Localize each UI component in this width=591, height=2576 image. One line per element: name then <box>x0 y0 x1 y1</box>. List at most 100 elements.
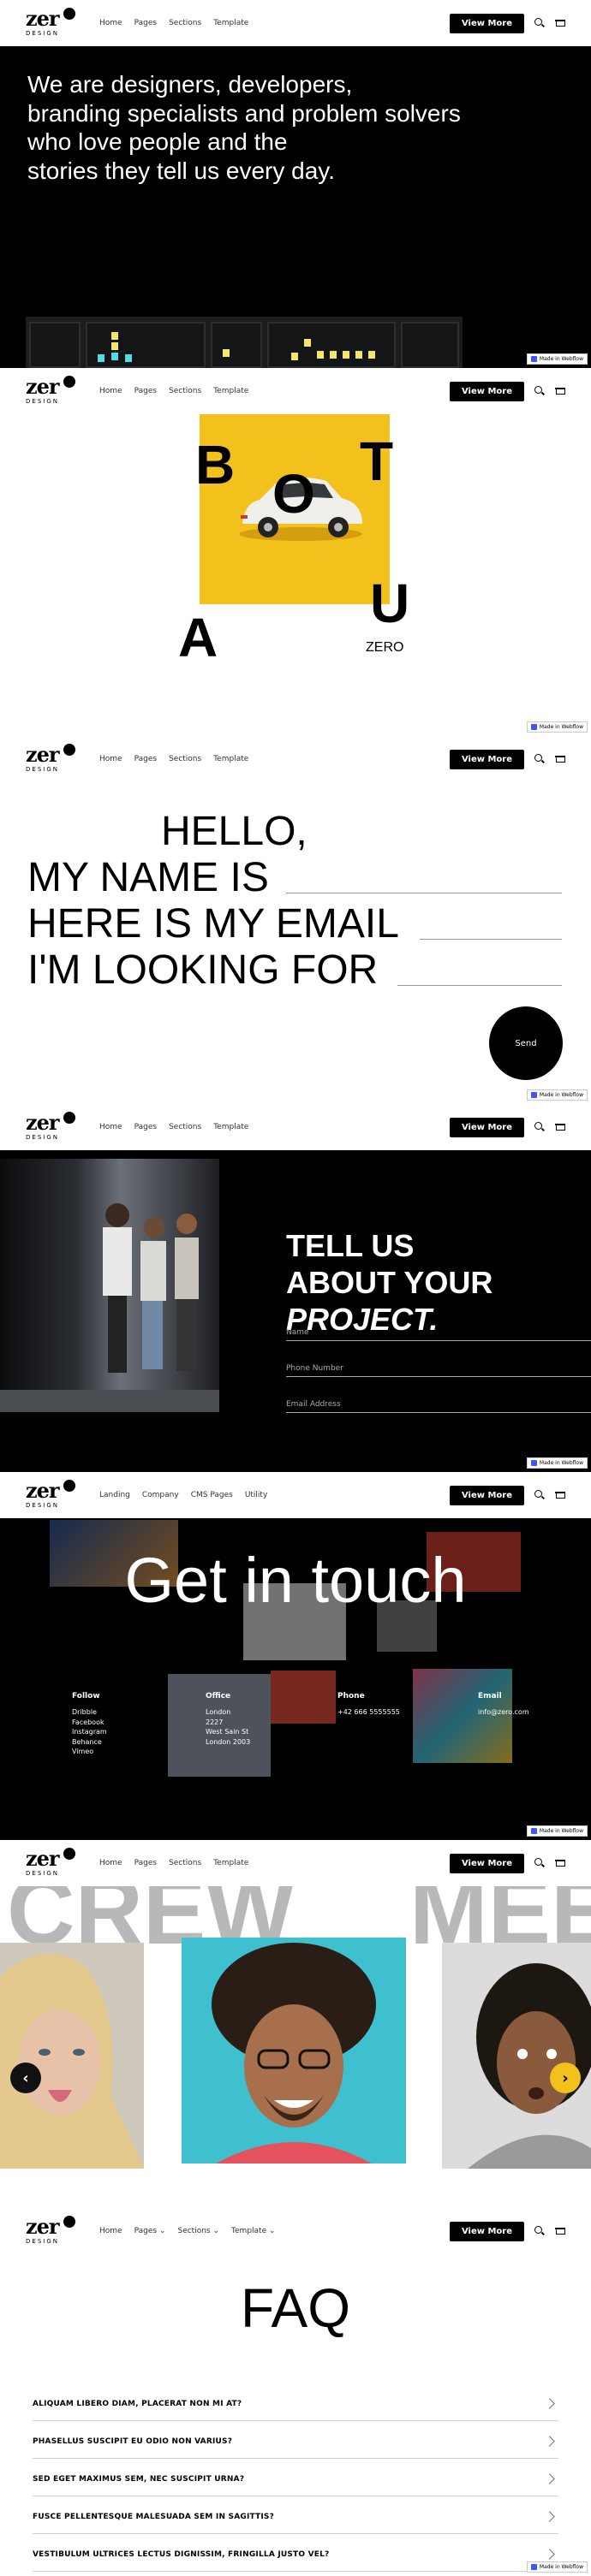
nav-link-home[interactable]: Home <box>99 19 122 27</box>
instagram-link[interactable]: Instagram <box>72 1727 107 1737</box>
vimeo-link[interactable]: Vimeo <box>72 1747 107 1757</box>
search-icon[interactable] <box>534 754 545 764</box>
logo[interactable]: zer DESIGN <box>26 376 79 406</box>
faq-item[interactable]: PHASELLUS SUSCIPIT EU ODIO NON VARIUS? <box>33 2436 558 2459</box>
hero-headline: We are designers, developers, branding s… <box>27 71 461 184</box>
top-nav: zer DESIGN Home Pages ⌄ Sections ⌄ Templa… <box>0 2208 591 2254</box>
bg-tile <box>271 1671 336 1724</box>
faq-item[interactable]: SED EGET MAXIMUS SEM, NEC SUSCIPIT URNA? <box>33 2473 558 2496</box>
nav-link-cms-pages[interactable]: CMS Pages <box>191 1491 233 1499</box>
carousel-prev-button[interactable]: ‹ <box>10 2063 41 2093</box>
search-icon[interactable] <box>534 1122 545 1132</box>
nav-link-company[interactable]: Company <box>142 1491 179 1499</box>
carousel-next-button[interactable]: › <box>550 2063 581 2093</box>
nav-link-utility[interactable]: Utility <box>245 1491 267 1499</box>
top-nav: zer DESIGN Home Pages Sections Template V… <box>0 0 591 46</box>
follow-column: Follow Dribble Facebook Instagram Behanc… <box>72 1692 107 1757</box>
nav-link-home[interactable]: Home <box>99 1123 122 1131</box>
search-icon[interactable] <box>534 386 545 396</box>
cart-icon[interactable] <box>555 1858 565 1868</box>
logo[interactable]: zer DESIGN <box>26 744 79 774</box>
logo[interactable]: zer DESIGN <box>26 1848 79 1878</box>
logo[interactable]: zer DESIGN <box>26 1112 79 1142</box>
nav-link-home[interactable]: Home <box>99 755 122 763</box>
nav-link-sections[interactable]: Sections <box>169 755 201 763</box>
webflow-badge[interactable]: Made in Webflow <box>526 721 588 733</box>
nav-link-pages[interactable]: Pages <box>134 387 157 395</box>
faq-item[interactable]: FUSCE PELLENTESQUE MALESUADA SEM IN SAGI… <box>33 2511 558 2534</box>
view-more-button[interactable]: View More <box>449 1853 524 1873</box>
hello-form-section: zer DESIGN Home Pages Sections Template V… <box>0 736 591 1104</box>
facebook-link[interactable]: Facebook <box>72 1718 107 1728</box>
nav-link-sections[interactable]: Sections ⌄ <box>177 2227 219 2235</box>
nav-link-home[interactable]: Home <box>99 1859 122 1867</box>
chevron-icon <box>544 2473 555 2484</box>
cart-icon[interactable] <box>555 386 565 396</box>
dribble-link[interactable]: Dribble <box>72 1707 107 1718</box>
search-icon[interactable] <box>534 18 545 28</box>
hello-heading: HELLO, <box>161 809 307 854</box>
faq-section: zer DESIGN Home Pages ⌄ Sections ⌄ Templa… <box>0 2208 591 2576</box>
email-column: Email info@zero.com <box>478 1692 529 1718</box>
nav-link-pages[interactable]: Pages ⌄ <box>134 2227 166 2235</box>
cart-icon[interactable] <box>555 1122 565 1132</box>
nav-link-home[interactable]: Home <box>99 2227 122 2235</box>
behance-link[interactable]: Behance <box>72 1737 107 1748</box>
nav-link-template[interactable]: Template <box>213 755 248 763</box>
chevron-icon <box>544 2549 555 2560</box>
view-more-button[interactable]: View More <box>449 1485 524 1505</box>
email-label: HERE IS MY EMAIL <box>27 901 399 947</box>
webflow-badge[interactable]: Made in Webflow <box>526 2561 588 2573</box>
search-icon[interactable] <box>534 1490 545 1500</box>
name-field[interactable]: Name <box>286 1328 591 1341</box>
email-field[interactable]: Email Address <box>286 1400 591 1413</box>
nav-link-pages[interactable]: Pages <box>134 1859 157 1867</box>
nav-link-sections[interactable]: Sections <box>169 1123 201 1131</box>
nav-link-template[interactable]: Template <box>213 1859 248 1867</box>
phone-link[interactable]: +42 666 5555555 <box>337 1707 400 1718</box>
nav-link-template[interactable]: Template <box>213 1123 248 1131</box>
email-link[interactable]: info@zero.com <box>478 1707 529 1718</box>
search-icon[interactable] <box>534 2226 545 2236</box>
webflow-badge[interactable]: Made in Webflow <box>526 353 588 365</box>
logo[interactable]: zer DESIGN <box>26 2216 79 2246</box>
cart-icon[interactable] <box>555 754 565 764</box>
zero-label: ZERO <box>366 640 404 655</box>
logo[interactable]: zer DESIGN <box>26 8 79 38</box>
phone-field[interactable]: Phone Number <box>286 1364 591 1377</box>
view-more-button[interactable]: View More <box>449 1117 524 1137</box>
nav-link-pages[interactable]: Pages <box>134 1123 157 1131</box>
view-more-button[interactable]: View More <box>449 2221 524 2241</box>
nav-link-sections[interactable]: Sections <box>169 387 201 395</box>
view-more-button[interactable]: View More <box>449 749 524 769</box>
email-input[interactable] <box>420 939 562 940</box>
search-icon[interactable] <box>534 1858 545 1868</box>
cart-icon[interactable] <box>555 2226 565 2236</box>
project-section: zer DESIGN Home Pages Sections Template V… <box>0 1104 591 1472</box>
team-photo <box>0 1159 219 1412</box>
looking-for-input[interactable] <box>397 985 562 986</box>
cart-icon[interactable] <box>555 18 565 28</box>
nav-link-sections[interactable]: Sections <box>169 1859 201 1867</box>
nav-link-home[interactable]: Home <box>99 387 122 395</box>
faq-item[interactable]: VESTIBULUM ULTRICES LECTUS DIGNISSIM, FR… <box>33 2549 558 2572</box>
cart-icon[interactable] <box>555 1490 565 1500</box>
nav-link-pages[interactable]: Pages <box>134 19 157 27</box>
nav-link-landing[interactable]: Landing <box>99 1491 130 1499</box>
contact-section: zer DESIGN Landing Company CMS Pages Util… <box>0 1472 591 1840</box>
nav-link-template[interactable]: Template <box>213 387 248 395</box>
send-button[interactable]: Send <box>489 1006 563 1080</box>
webflow-badge[interactable]: Made in Webflow <box>526 1089 588 1101</box>
webflow-badge[interactable]: Made in Webflow <box>526 1825 588 1837</box>
nav-link-template[interactable]: Template ⌄ <box>231 2227 276 2235</box>
webflow-badge[interactable]: Made in Webflow <box>526 1457 588 1469</box>
nav-link-template[interactable]: Template <box>213 19 248 27</box>
logo[interactable]: zer DESIGN <box>26 1480 79 1510</box>
letter-a: A <box>178 607 218 668</box>
faq-item[interactable]: ALIQUAM LIBERO DIAM, PLACERAT NON MI AT? <box>33 2398 558 2421</box>
nav-link-pages[interactable]: Pages <box>134 755 157 763</box>
nav-link-sections[interactable]: Sections <box>169 19 201 27</box>
view-more-button[interactable]: View More <box>449 381 524 401</box>
letter-t: T <box>360 430 394 492</box>
view-more-button[interactable]: View More <box>449 13 524 33</box>
